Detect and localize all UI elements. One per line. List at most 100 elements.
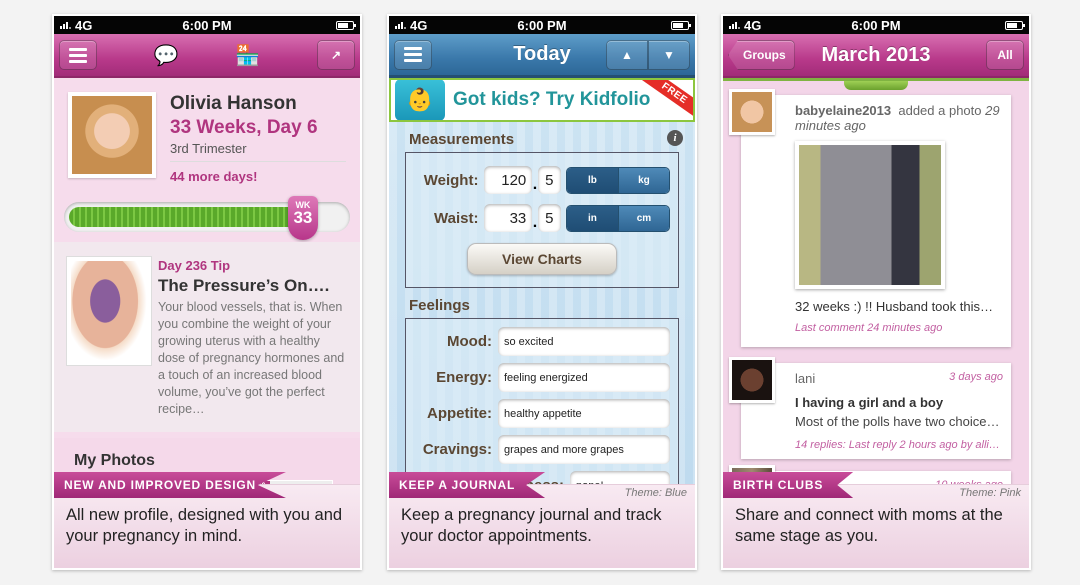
unit-kg[interactable]: kg: [617, 167, 669, 193]
store-icon[interactable]: 🏪: [235, 43, 260, 68]
energy-input[interactable]: feeling energized: [498, 362, 670, 392]
tip-body: Your blood vessels, that is. When you co…: [158, 300, 345, 416]
pregnancy-week: 33 Weeks, Day 6: [170, 117, 318, 138]
menu-icon: [69, 47, 87, 63]
signal-icon: [395, 21, 406, 29]
feature-ribbon: BIRTH CLUBS: [723, 472, 854, 498]
next-day-button[interactable]: ▼: [648, 39, 690, 70]
post-time: 3 days ago: [949, 371, 1003, 383]
mood-label: Mood:: [447, 332, 492, 350]
carrier-label: 4G: [410, 17, 428, 33]
post-meta[interactable]: Last comment 24 minutes ago: [795, 322, 1011, 334]
fetus-illustration: [66, 256, 152, 366]
share-icon: ↗: [330, 48, 341, 62]
ad-text: Got kids? Try Kidfolio: [453, 89, 651, 110]
tip-day: Day 236 Tip: [158, 258, 231, 273]
trimester: 3rd Trimester: [170, 141, 346, 162]
feature-description: All new profile, designed with you and y…: [66, 506, 343, 545]
avatar[interactable]: [68, 92, 156, 178]
post-action: added a photo: [898, 103, 982, 118]
previous-day-button[interactable]: ▲: [606, 39, 648, 70]
feature-caption: BIRTH CLUBS Theme: Pink Share and connec…: [723, 472, 1029, 568]
nav-bar: 💬 🏪 ↗: [54, 34, 360, 78]
progress-fill: [69, 207, 297, 227]
energy-label: Energy:: [436, 368, 492, 386]
daily-tip[interactable]: Day 236 Tip The Pressure’s On…. Your blo…: [54, 242, 360, 432]
battery-icon: [671, 20, 691, 30]
chat-bubbles-icon[interactable]: 💬: [154, 43, 179, 68]
weight-decimal-input[interactable]: 5: [537, 166, 561, 194]
all-button[interactable]: All: [986, 40, 1024, 70]
groups-back-button[interactable]: Groups: [728, 40, 795, 70]
clock: 6:00 PM: [851, 17, 901, 33]
clock: 6:00 PM: [182, 17, 232, 33]
feature-ribbon: KEEP A JOURNAL: [389, 472, 546, 498]
week-badge-number: 33: [293, 208, 313, 227]
share-button[interactable]: ↗: [316, 40, 355, 70]
cravings-label: Cravings:: [422, 440, 492, 458]
mood-input[interactable]: so excited: [498, 326, 670, 356]
unit-in[interactable]: in: [566, 205, 618, 231]
post-title: I having a girl and a boy: [795, 395, 944, 410]
tip-title: The Pressure’s On….: [158, 276, 330, 295]
screenshot-profile: 4G 6:00 PM 💬 🏪 ↗ Olivia Hanson 33 Weeks,…: [52, 14, 362, 570]
screenshot-journal: 4G 6:00 PM Today ▲ ▼ 👶 Got kids? Try Kid…: [387, 14, 697, 570]
week-progress-bar: WK 33: [64, 196, 350, 240]
feed-post[interactable]: babyelaine2013 added a photo 29 minutes …: [729, 89, 1011, 347]
pull-tab-handle[interactable]: [844, 81, 908, 90]
menu-icon: [404, 47, 422, 62]
energy-row: Energy: feeling energized: [414, 359, 670, 395]
feature-description: Share and connect with moms at the same …: [735, 506, 1003, 545]
signal-icon: [60, 21, 71, 29]
measurements-title-text: Measurements: [409, 131, 515, 148]
status-bar: 4G 6:00 PM: [389, 16, 695, 34]
user-avatar[interactable]: [729, 357, 775, 403]
info-icon[interactable]: i: [667, 130, 683, 146]
theme-label: Theme: Pink: [959, 487, 1021, 499]
weight-row: Weight: 120 . 5 lb kg: [414, 161, 670, 199]
kidfolio-ad-banner[interactable]: 👶 Got kids? Try Kidfolio FREE: [389, 78, 695, 122]
post-body: Most of the polls have two choice…: [795, 414, 1000, 429]
appetite-row: Appetite: healthy appetite: [414, 395, 670, 431]
carrier-label: 4G: [75, 17, 93, 33]
feature-caption: NEW AND IMPROVED DESIGN All new profile,…: [54, 472, 360, 568]
signal-icon: [729, 21, 740, 29]
weight-label: Weight:: [423, 171, 479, 189]
cravings-row: Cravings: grapes and more grapes: [414, 431, 670, 467]
menu-button[interactable]: [394, 39, 432, 70]
waist-decimal-input[interactable]: 5: [537, 204, 561, 232]
feature-description: Keep a pregnancy journal and track your …: [401, 506, 662, 545]
menu-button[interactable]: [59, 40, 97, 70]
kidfolio-app-icon: 👶: [395, 80, 445, 120]
battery-icon: [1005, 20, 1025, 30]
post-meta[interactable]: 14 replies: Last reply 2 hours ago by al…: [795, 439, 1003, 451]
clock: 6:00 PM: [517, 17, 567, 33]
user-avatar[interactable]: [729, 89, 775, 135]
status-bar: 4G 6:00 PM: [723, 16, 1029, 34]
waist-label: Waist:: [434, 209, 479, 227]
status-bar: 4G 6:00 PM: [54, 16, 360, 34]
nav-bar: Today ▲ ▼: [389, 34, 695, 78]
cravings-input[interactable]: grapes and more grapes: [498, 434, 670, 464]
battery-icon: [336, 20, 356, 30]
appetite-input[interactable]: healthy appetite: [498, 398, 670, 428]
weight-unit-toggle: lb kg: [565, 166, 670, 194]
screenshot-birth-clubs: 4G 6:00 PM Groups March 2013 All babyela…: [721, 14, 1031, 570]
nav-bar: Groups March 2013 All: [723, 34, 1029, 78]
view-charts-button[interactable]: View Charts: [467, 243, 617, 275]
post-username[interactable]: babyelaine2013: [795, 103, 891, 118]
feelings-title: Feelings: [409, 297, 470, 314]
waist-row: Waist: 33 . 5 in cm: [414, 199, 670, 237]
waist-whole-input[interactable]: 33: [484, 204, 533, 232]
unit-lb[interactable]: lb: [566, 167, 618, 193]
feed-post[interactable]: 3 days ago lani I having a girl and a bo…: [729, 357, 1011, 459]
unit-cm[interactable]: cm: [617, 205, 669, 231]
post-photo[interactable]: [795, 141, 945, 289]
my-photos-title: My Photos: [74, 452, 155, 469]
measurements-title: Measurements i: [389, 122, 695, 152]
weight-whole-input[interactable]: 120: [484, 166, 533, 194]
mood-row: Mood: so excited: [414, 323, 670, 359]
theme-label: Theme: Blue: [624, 487, 687, 499]
waist-unit-toggle: in cm: [565, 204, 670, 232]
week-badge: WK 33: [287, 196, 318, 240]
